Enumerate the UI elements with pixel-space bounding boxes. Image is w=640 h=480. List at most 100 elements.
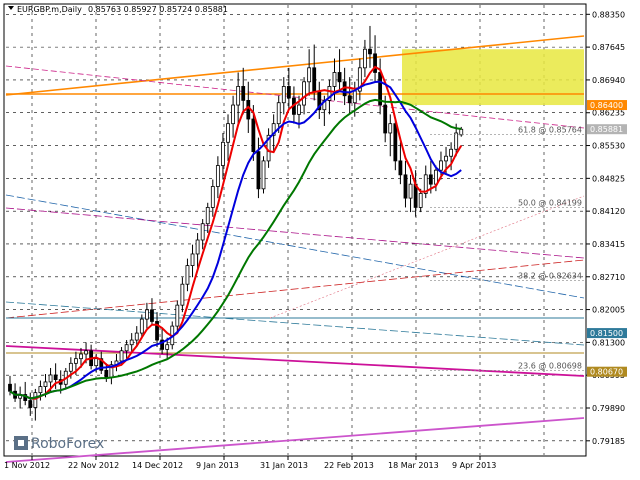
candle-body bbox=[68, 362, 73, 372]
x-tick-label: 14 Dec 2012 bbox=[132, 461, 183, 470]
candle-body bbox=[261, 160, 266, 190]
candle-body bbox=[139, 318, 144, 334]
candle-body bbox=[28, 400, 33, 408]
candle-body bbox=[439, 160, 443, 171]
fib-level-label: 50.0 @ 0.84199 bbox=[518, 198, 582, 207]
price-chart: 61.8 @ 0.85764 50.0 @ 0.84199 38.2 @ 0.826… bbox=[0, 0, 640, 480]
x-tick-label: 22 Nov 2012 bbox=[68, 461, 119, 470]
ohlc-values: 0.85763 0.85927 0.85724 0.85881 bbox=[88, 5, 228, 14]
candle-body bbox=[150, 309, 154, 322]
x-tick-label: 1 Nov 2012 bbox=[4, 461, 50, 470]
target-zone bbox=[402, 49, 584, 106]
candle-body bbox=[337, 72, 342, 83]
candle-body bbox=[226, 123, 230, 143]
candle-body bbox=[312, 67, 317, 92]
y-tick-label: 0.82710 bbox=[592, 273, 625, 282]
candle-body bbox=[48, 374, 53, 383]
candle-body bbox=[200, 223, 205, 241]
candle-body bbox=[256, 151, 261, 190]
candle-body bbox=[79, 353, 83, 360]
candle-body bbox=[215, 165, 220, 187]
candle-body bbox=[53, 374, 58, 381]
candle-body bbox=[38, 386, 43, 394]
candle-body bbox=[236, 86, 241, 106]
y-tick-label: 0.83415 bbox=[592, 240, 625, 249]
price-badge-label: 0.86400 bbox=[590, 101, 623, 110]
price-badge-label: 0.80670 bbox=[590, 368, 623, 377]
price-badge-label: 0.81500 bbox=[590, 329, 623, 338]
candle-body bbox=[129, 339, 134, 346]
candle-body bbox=[352, 90, 357, 104]
candle-body bbox=[190, 253, 195, 266]
candle-body bbox=[241, 86, 246, 101]
candle-body bbox=[94, 358, 99, 367]
y-tick-label: 0.84825 bbox=[592, 174, 625, 183]
candle-body bbox=[231, 104, 235, 125]
x-tick-label: 9 Apr 2013 bbox=[452, 461, 496, 470]
candle-body bbox=[403, 174, 408, 199]
y-tick-label: 0.82005 bbox=[592, 306, 625, 315]
candle-body bbox=[180, 283, 185, 306]
candle-body bbox=[449, 148, 454, 157]
candle-body bbox=[43, 381, 48, 387]
y-tick-label: 0.84120 bbox=[592, 207, 625, 216]
candle-body bbox=[302, 81, 306, 106]
candle-body bbox=[393, 123, 398, 162]
candle-body bbox=[363, 48, 367, 69]
x-tick-label: 18 Mar 2013 bbox=[388, 461, 439, 470]
candle-body bbox=[383, 104, 388, 134]
candle-body bbox=[368, 48, 372, 55]
candle-body bbox=[119, 350, 124, 362]
candle-body bbox=[185, 265, 190, 285]
y-tick-label: 0.86235 bbox=[592, 109, 625, 118]
logo-icon-cut bbox=[18, 440, 24, 446]
candle-body bbox=[454, 132, 459, 150]
candle-body bbox=[398, 160, 403, 176]
y-tick-label: 0.88350 bbox=[592, 10, 625, 19]
candle-body bbox=[165, 344, 170, 350]
chart-root: 61.8 @ 0.85764 50.0 @ 0.84199 38.2 @ 0.826… bbox=[0, 0, 640, 480]
candle-body bbox=[459, 128, 464, 136]
candle-body bbox=[428, 174, 433, 185]
chart-header: EURGBP.m,Daily 0.85763 0.85927 0.85724 0… bbox=[8, 5, 228, 14]
price-badge-label: 0.85881 bbox=[590, 125, 623, 134]
candle-body bbox=[332, 72, 337, 87]
candle-body bbox=[251, 118, 256, 152]
candle-body bbox=[297, 104, 301, 115]
candle-body bbox=[124, 344, 129, 352]
candle-body bbox=[444, 155, 448, 162]
candle-body bbox=[276, 102, 281, 125]
candle-body bbox=[195, 239, 200, 255]
candle-body bbox=[8, 383, 12, 392]
candle-body bbox=[210, 186, 215, 208]
symbol-title: EURGBP.m,Daily bbox=[17, 5, 82, 14]
candle-body bbox=[388, 123, 393, 134]
brand-logo: RoboForex bbox=[14, 436, 104, 452]
y-tick-label: 0.86940 bbox=[592, 76, 625, 85]
fib-level-label: 23.6 @ 0.80698 bbox=[518, 361, 582, 370]
y-tick-label: 0.79890 bbox=[592, 404, 625, 413]
candle-body bbox=[175, 304, 180, 327]
candle-body bbox=[134, 332, 139, 341]
fib-level-label: 38.2 @ 0.82634 bbox=[518, 271, 582, 280]
logo-text: RoboForex bbox=[31, 436, 104, 452]
y-tick-label: 0.85530 bbox=[592, 142, 625, 151]
y-tick-label: 0.81300 bbox=[592, 338, 625, 347]
candle-body bbox=[347, 95, 352, 104]
fib-level-label: 61.8 @ 0.85764 bbox=[518, 126, 582, 135]
candle-body bbox=[418, 193, 423, 208]
x-tick-label: 22 Feb 2013 bbox=[324, 461, 374, 470]
candle-body bbox=[281, 86, 286, 104]
candle-body bbox=[33, 392, 38, 408]
candle-body bbox=[84, 350, 88, 355]
candle-body bbox=[205, 207, 210, 225]
candle-body bbox=[246, 99, 251, 120]
candle-body bbox=[74, 358, 78, 364]
x-tick-label: 9 Jan 2013 bbox=[196, 461, 239, 470]
y-tick-label: 0.79185 bbox=[592, 437, 625, 446]
x-tick-label: 31 Jan 2013 bbox=[260, 461, 308, 470]
candle-body bbox=[286, 86, 291, 99]
candle-body bbox=[307, 67, 312, 83]
candle-body bbox=[221, 141, 225, 166]
candle-body bbox=[104, 369, 109, 378]
